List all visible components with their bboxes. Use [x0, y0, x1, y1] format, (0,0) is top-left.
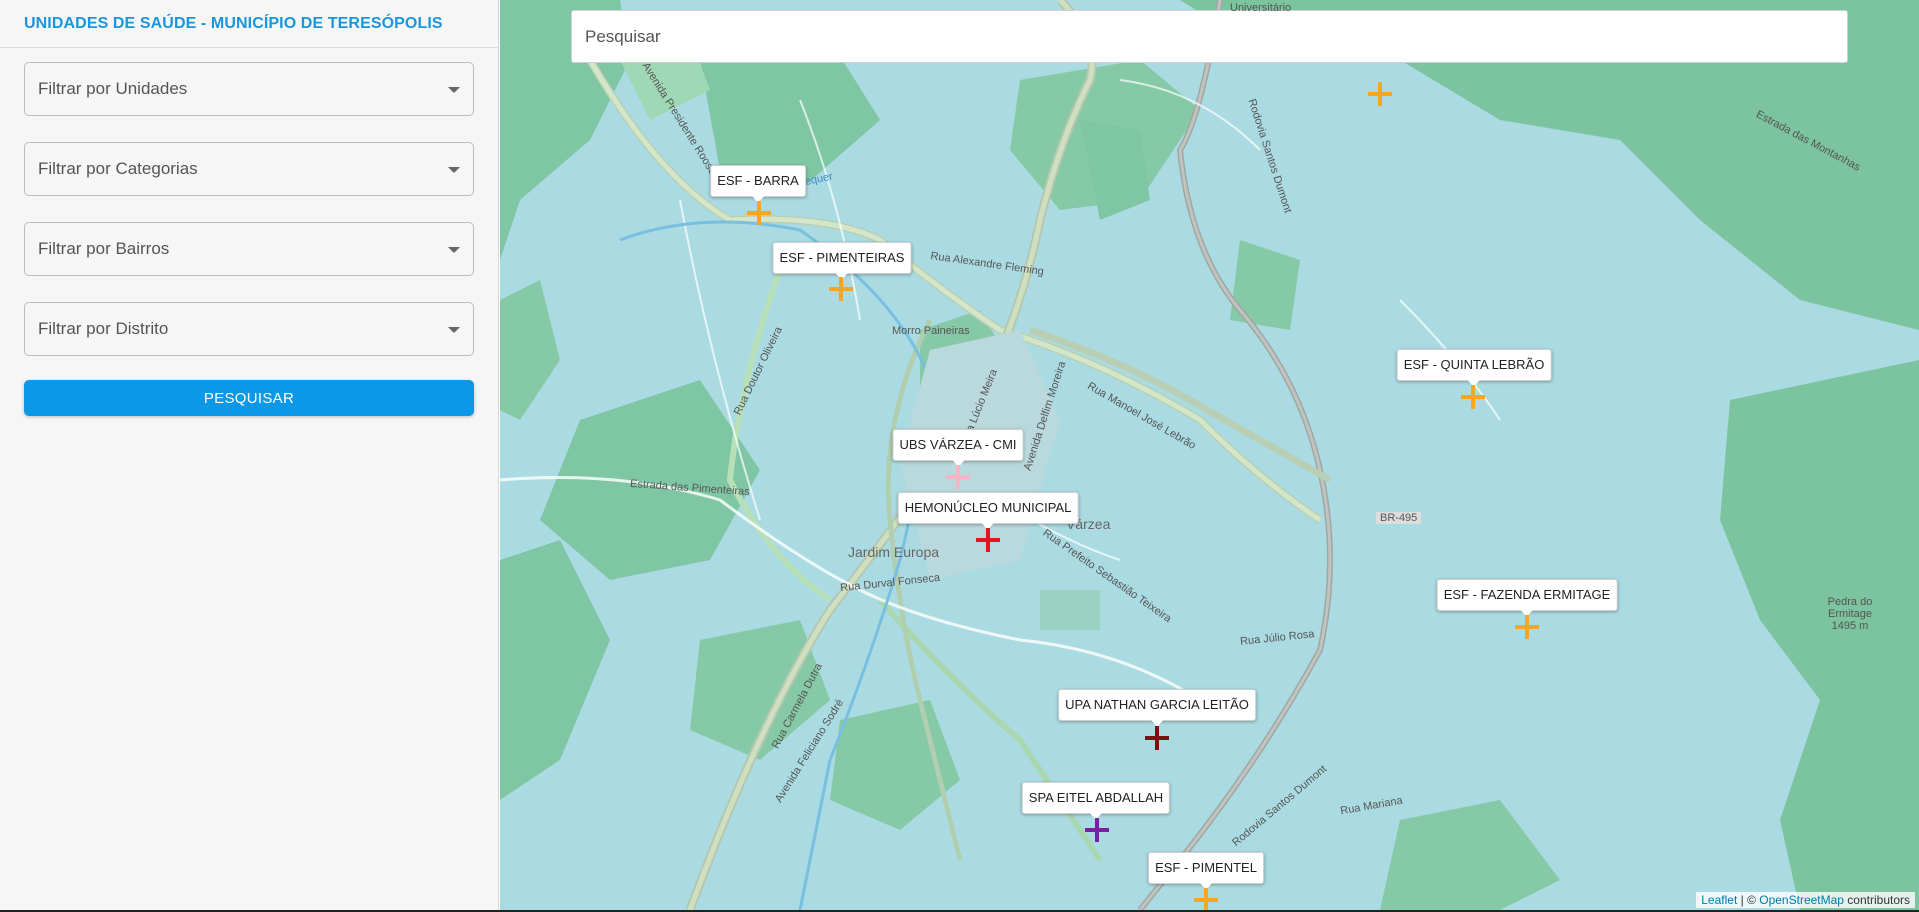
filter-distrito-placeholder: Filtrar por Distrito	[38, 319, 169, 338]
filter-categorias-placeholder: Filtrar por Categorias	[38, 159, 198, 178]
unit-label-upa-nathan-garcia-leitao[interactable]: UPA NATHAN GARCIA LEITÃO	[1058, 689, 1256, 727]
map-place-label: Morro Paineiras	[892, 325, 970, 337]
map-marker-esf-pimenteiras[interactable]	[829, 277, 853, 301]
filter-unidades-placeholder: Filtrar por Unidades	[38, 79, 188, 98]
map-marker-hemonucleo-municipal[interactable]	[976, 528, 1000, 552]
map-attribution: Leaflet | © OpenStreetMap contributors	[1696, 892, 1915, 908]
map-marker-upa-nathan-garcia-leitao[interactable]	[1145, 726, 1169, 750]
chevron-down-icon	[448, 167, 460, 173]
map-marker-esf-fazenda-ermitage[interactable]	[1515, 615, 1539, 639]
map-view[interactable]: Universitário Rio Paquequer Morro Painei…	[500, 0, 1919, 910]
map-place-label: BR-495	[1376, 512, 1422, 524]
unit-label-esf-pimentel[interactable]: ESF - PIMENTEL	[1148, 852, 1264, 890]
filter-bairros-placeholder: Filtrar por Bairros	[38, 239, 170, 258]
attribution-suffix: contributors	[1843, 893, 1910, 907]
chevron-down-icon	[448, 247, 460, 253]
filter-bairros-select[interactable]: Filtrar por Bairros	[24, 222, 474, 276]
map-marker-esf-pimentel[interactable]	[1194, 888, 1218, 910]
map-marker-ubs-varzea-cmi[interactable]	[946, 465, 970, 489]
unit-label-spa-eitel-abdallah[interactable]: SPA EITEL ABDALLAH	[1021, 782, 1171, 820]
app: UNIDADES DE SAÚDE - MUNICÍPIO DE TERESÓP…	[0, 0, 1919, 912]
unit-label-esf-barra[interactable]: ESF - BARRA	[710, 165, 806, 203]
leaflet-link[interactable]: Leaflet	[1701, 893, 1737, 907]
attribution-separator: | ©	[1737, 893, 1760, 907]
map-search-input[interactable]	[571, 10, 1848, 63]
map-marker-partial[interactable]	[1368, 82, 1392, 106]
map-tiles	[500, 0, 1919, 910]
unit-label-esf-quinta-lebrao[interactable]: ESF - QUINTA LEBRÃO	[1396, 349, 1552, 387]
filter-unidades-select[interactable]: Filtrar por Unidades	[24, 62, 474, 116]
chevron-down-icon	[448, 327, 460, 333]
osm-link[interactable]: OpenStreetMap	[1759, 893, 1844, 907]
map-marker-esf-quinta-lebrao[interactable]	[1461, 385, 1485, 409]
chevron-down-icon	[448, 87, 460, 93]
map-place-label: Jardim Europa	[848, 544, 940, 560]
unit-label-esf-pimenteiras[interactable]: ESF - PIMENTEIRAS	[772, 242, 912, 280]
map-marker-spa-eitel-abdallah[interactable]	[1085, 818, 1109, 842]
map-place-label: Universitário	[1230, 2, 1292, 14]
map-marker-esf-barra[interactable]	[747, 201, 771, 225]
filter-categorias-select[interactable]: Filtrar por Categorias	[24, 142, 474, 196]
page-title: UNIDADES DE SAÚDE - MUNICÍPIO DE TERESÓP…	[0, 0, 498, 48]
search-button[interactable]: PESQUISAR	[24, 380, 474, 416]
unit-label-hemonucleo-municipal[interactable]: HEMONÚCLEO MUNICIPAL	[897, 492, 1079, 530]
filter-distrito-select[interactable]: Filtrar por Distrito	[24, 302, 474, 356]
unit-label-esf-fazenda-ermitage[interactable]: ESF - FAZENDA ERMITAGE	[1436, 579, 1618, 617]
sidebar: UNIDADES DE SAÚDE - MUNICÍPIO DE TERESÓP…	[0, 0, 499, 910]
map-place-label: Pedra do Ermitage 1495 m	[1827, 596, 1873, 632]
unit-label-ubs-varzea-cmi[interactable]: UBS VÁRZEA - CMI	[892, 429, 1024, 467]
